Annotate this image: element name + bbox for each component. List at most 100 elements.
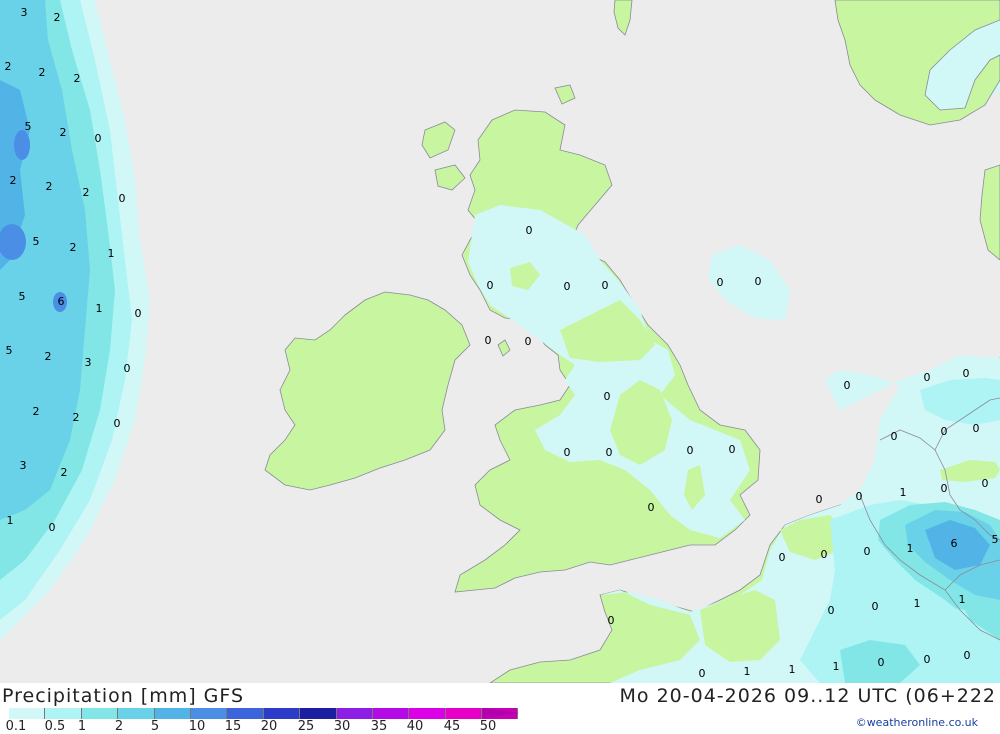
legend-swatch (81, 708, 119, 719)
precip-value-label: 0 (941, 425, 948, 438)
precip-value-label: 2 (70, 241, 77, 254)
precip-value-label: 2 (39, 66, 46, 79)
precip-value-label: 1 (744, 665, 751, 678)
precip-value-label: 3 (20, 459, 27, 472)
precip-value-label: 5 (992, 533, 999, 546)
precip-value-label: 0 (114, 417, 121, 430)
precip-value-label: 0 (717, 276, 724, 289)
legend-tick-label: 50 (479, 719, 497, 734)
precip-value-label: 0 (924, 371, 931, 384)
precip-value-label: 2 (54, 11, 61, 24)
precip-value-label: 0 (564, 280, 571, 293)
precip-value-label: 2 (83, 186, 90, 199)
precip-value-label: 0 (964, 649, 971, 662)
precip-value-label: 1 (907, 542, 914, 555)
precip-value-label: 3 (85, 356, 92, 369)
precip-value-label: 1 (789, 663, 796, 676)
precip-value-label: 0 (699, 667, 706, 680)
precip-value-label: 3 (21, 6, 28, 19)
legend-swatch (336, 708, 373, 719)
legend-swatch (190, 708, 228, 719)
precip-value-label: 0 (124, 362, 131, 375)
precip-value-label: 0 (872, 600, 879, 613)
legend-swatch (300, 708, 337, 719)
precip-value-label: 1 (96, 302, 103, 315)
precip-value-label: 5 (25, 120, 32, 133)
precip-value-label: 0 (687, 444, 694, 457)
legend-tick-label: 10 (188, 719, 206, 734)
precip-value-label: 5 (19, 290, 26, 303)
precip-value-label: 0 (135, 307, 142, 320)
precip-value-label: 2 (60, 126, 67, 139)
precip-value-label: 0 (606, 446, 613, 459)
chart-title: Precipitation [mm] GFS (2, 685, 245, 707)
legend-swatch (372, 708, 410, 719)
precip-value-label: 1 (7, 514, 14, 527)
legend-tick-label: 45 (443, 719, 461, 734)
precip-value-label: 2 (61, 466, 68, 479)
precip-value-label: 5 (6, 344, 13, 357)
precip-value-label: 0 (878, 656, 885, 669)
precip-value-label: 0 (525, 335, 532, 348)
legend-tick-label: 25 (297, 719, 315, 734)
precip-value-label: 2 (10, 174, 17, 187)
precip-value-label: 0 (95, 132, 102, 145)
precipitation-map: 3 2 2 2 2 5 2 0 2 2 2 0 5 2 1 5 6 1 0 5 2 3 0 2 2 0 3 2 1 0 0 0 0 0 0 0 0 0 0 0… (0, 0, 1000, 683)
precip-value-label: 2 (45, 350, 52, 363)
precip-value-label: 0 (941, 482, 948, 495)
precip-value-label: 1 (900, 486, 907, 499)
legend-swatch (263, 708, 301, 719)
legend-colorbar (9, 708, 519, 719)
legend-tick-labels: 0.1 0.5 1 2 5 10 15 20 25 30 35 40 45 50 (0, 719, 560, 734)
legend-swatch (45, 708, 82, 719)
precip-value-label: 1 (833, 660, 840, 673)
legend-swatch (118, 708, 155, 719)
precip-value-label: 2 (46, 180, 53, 193)
precip-value-label: 0 (602, 279, 609, 292)
precip-value-label: 0 (608, 614, 615, 627)
precip-value-label: 1 (959, 593, 966, 606)
precip-value-label: 0 (821, 548, 828, 561)
precip-value-label: 2 (73, 411, 80, 424)
legend-tick-label: 40 (406, 719, 424, 734)
legend-tick-label: 30 (333, 719, 351, 734)
legend-arrow (483, 708, 519, 718)
precip-value-label: 0 (119, 192, 126, 205)
precip-value-label: 0 (864, 545, 871, 558)
precip-value-label: 0 (729, 443, 736, 456)
legend-swatch (9, 708, 46, 719)
precip-value-label: 0 (856, 490, 863, 503)
precip-value-label: 0 (963, 367, 970, 380)
precip-value-label: 0 (604, 390, 611, 403)
legend-tick-label: 1 (77, 719, 87, 734)
legend-tick-label: 0.1 (5, 719, 27, 734)
precip-value-label: 0 (828, 604, 835, 617)
precip-value-label: 0 (924, 653, 931, 666)
credit-link[interactable]: ©weatheronline.co.uk (856, 716, 978, 729)
precip-value-label: 2 (5, 60, 12, 73)
legend-swatch (227, 708, 264, 719)
precip-value-label: 0 (485, 334, 492, 347)
precip-value-label: 5 (33, 235, 40, 248)
legend-tick-label: 0.5 (44, 719, 66, 734)
precip-value-label: 1 (914, 597, 921, 610)
precip-band-5-spot (14, 130, 30, 160)
precip-value-label: 0 (973, 422, 980, 435)
legend-swatch (154, 708, 191, 719)
precip-value-label: 2 (33, 405, 40, 418)
legend-tick-label: 35 (370, 719, 388, 734)
precip-value-label: 0 (564, 446, 571, 459)
precip-value-label: 6 (58, 295, 65, 308)
precip-value-label: 2 (74, 72, 81, 85)
run-info: Mo 20-04-2026 09..12 UTC (06+222 (619, 685, 996, 707)
precip-value-label: 0 (487, 279, 494, 292)
legend-tick-label: 15 (224, 719, 242, 734)
precip-value-label: 1 (108, 247, 115, 260)
legend-tick-label: 5 (150, 719, 160, 734)
precip-value-label: 0 (891, 430, 898, 443)
precip-value-label: 0 (648, 501, 655, 514)
legend-swatch (445, 708, 483, 719)
precip-value-label: 0 (844, 379, 851, 392)
precip-value-label: 0 (982, 477, 989, 490)
precip-value-label: 0 (755, 275, 762, 288)
